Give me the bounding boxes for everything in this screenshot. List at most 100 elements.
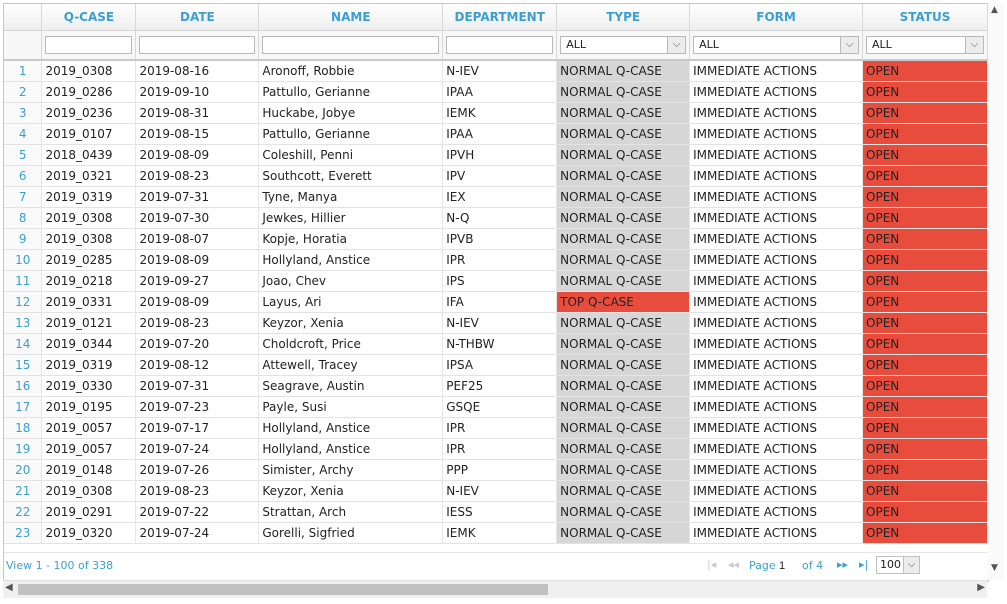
- table-row[interactable]: 4 2019_0107 2019-08-15 Pattullo, Gerianne IP…: [4, 123, 988, 145]
- table-row[interactable]: 8 2019_0308 2019-07-30 Jewkes, Hillier N-Q NO…: [4, 207, 988, 229]
- table-row[interactable]: 21 2019_0308 2019-08-23 Keyzor, Xenia N-IEV N…: [4, 480, 988, 502]
- cell-name: Joao, Chev: [258, 270, 444, 292]
- cell-status: OPEN: [862, 291, 988, 313]
- filter-qcase-input[interactable]: [45, 36, 133, 54]
- cell-status: OPEN: [862, 249, 988, 271]
- filter-status-select[interactable]: ALL ⌵: [866, 36, 984, 54]
- col-header-status[interactable]: STATUS: [862, 4, 988, 31]
- table-row[interactable]: 10 2019_0285 2019-08-09 Hollyland, Anstice I…: [4, 249, 988, 271]
- table-row[interactable]: 17 2019_0195 2019-07-23 Payle, Susi GSQE NORM…: [4, 396, 988, 418]
- cell-qcase: 2019_0218: [41, 270, 137, 292]
- cell-qcase: 2019_0319: [41, 354, 137, 376]
- scroll-left-icon[interactable]: ◀: [5, 582, 13, 593]
- row-number: 19: [4, 438, 43, 460]
- table-row[interactable]: 19 2019_0057 2019-07-24 Hollyland, Anstice I…: [4, 438, 988, 460]
- row-number: 13: [4, 312, 43, 334]
- cell-type: NORMAL Q-CASE: [556, 102, 691, 124]
- cell-department: IFA: [442, 291, 558, 313]
- cell-status: OPEN: [862, 61, 988, 82]
- filter-department-input[interactable]: [446, 36, 554, 54]
- cell-date: 2019-08-23: [135, 312, 260, 334]
- cell-status: OPEN: [862, 459, 988, 481]
- filter-form-select[interactable]: ALL ⌵: [693, 36, 859, 54]
- rows-per-page-select[interactable]: 100 ⌵: [876, 556, 920, 574]
- page-label: Page: [749, 559, 776, 572]
- table-row[interactable]: 5 2018_0439 2019-08-09 Coleshill, Penni IPVH…: [4, 144, 988, 166]
- table-row[interactable]: 13 2019_0121 2019-08-23 Keyzor, Xenia N-IEV N…: [4, 312, 988, 334]
- first-page-icon[interactable]: |◂: [707, 558, 716, 571]
- cell-date: 2019-08-09: [135, 291, 260, 313]
- grid-body[interactable]: 1 2019_0308 2019-08-16 Aronoff, Robbie N-IEV…: [4, 61, 988, 551]
- scroll-up-icon[interactable]: ▲: [991, 5, 998, 15]
- page-number-input[interactable]: [777, 558, 799, 574]
- cell-type: NORMAL Q-CASE: [556, 207, 691, 229]
- prev-page-icon[interactable]: ◂◂: [728, 558, 739, 571]
- table-row[interactable]: 12 2019_0331 2019-08-09 Layus, Ari IFA TOP Q-…: [4, 291, 988, 313]
- cell-status: OPEN: [862, 438, 988, 460]
- cell-department: N-IEV: [442, 61, 558, 82]
- table-row[interactable]: 11 2019_0218 2019-09-27 Joao, Chev IPS NORMAL…: [4, 270, 988, 292]
- cell-date: 2019-07-26: [135, 459, 260, 481]
- horizontal-scroll-thumb[interactable]: [18, 584, 548, 595]
- cell-name: Gorelli, Sigfried: [258, 522, 444, 544]
- chevron-down-icon[interactable]: ⌵: [903, 557, 919, 573]
- horizontal-scrollbar[interactable]: ◀ ▶: [3, 580, 987, 598]
- filter-cell-date: [135, 30, 260, 61]
- filter-type-select[interactable]: ALL ⌵: [560, 36, 687, 54]
- grid-header: Q-CASE DATE NAME DEPARTMENT TYPE FORM ST…: [4, 4, 988, 61]
- filter-date-input[interactable]: [139, 36, 256, 54]
- cell-department: IEMK: [442, 522, 558, 544]
- table-row[interactable]: 16 2019_0330 2019-07-31 Seagrave, Austin PEF…: [4, 375, 988, 397]
- col-header-type[interactable]: TYPE: [556, 4, 691, 31]
- col-header-qcase[interactable]: Q-CASE: [41, 4, 137, 31]
- cell-qcase: 2019_0236: [41, 102, 137, 124]
- cell-qcase: 2019_0148: [41, 459, 137, 481]
- chevron-down-icon[interactable]: ⌵: [667, 37, 686, 53]
- cell-date: 2019-07-17: [135, 417, 260, 439]
- cell-type: NORMAL Q-CASE: [556, 165, 691, 187]
- table-row[interactable]: 14 2019_0344 2019-07-20 Choldcroft, Price N-…: [4, 333, 988, 355]
- cell-department: GSQE: [442, 396, 558, 418]
- scroll-down-icon[interactable]: ▼: [991, 563, 998, 573]
- cell-department: IPVB: [442, 228, 558, 250]
- table-row[interactable]: 2 2019_0286 2019-09-10 Pattullo, Gerianne IP…: [4, 81, 988, 103]
- last-page-icon[interactable]: ▸|: [859, 558, 868, 571]
- cell-date: 2019-08-23: [135, 480, 260, 502]
- table-row[interactable]: 20 2019_0148 2019-07-26 Simister, Archy PPP N…: [4, 459, 988, 481]
- row-number: 3: [4, 102, 43, 124]
- vertical-scrollbar[interactable]: ▲ ▼: [988, 3, 1004, 580]
- cell-department: IEMK: [442, 102, 558, 124]
- scroll-right-icon[interactable]: ▶: [977, 582, 985, 593]
- row-number: 1: [4, 61, 43, 82]
- cell-form: IMMEDIATE ACTIONS: [689, 291, 864, 313]
- table-row[interactable]: 9 2019_0308 2019-08-07 Kopje, Horatia IPVB NO…: [4, 228, 988, 250]
- table-row[interactable]: 7 2019_0319 2019-07-31 Tyne, Manya IEX NORMAL…: [4, 186, 988, 208]
- col-header-department[interactable]: DEPARTMENT: [442, 4, 558, 31]
- cell-qcase: 2019_0321: [41, 165, 137, 187]
- cell-date: 2019-08-23: [135, 165, 260, 187]
- cell-department: N-IEV: [442, 312, 558, 334]
- cell-status: OPEN: [862, 207, 988, 229]
- table-row[interactable]: 1 2019_0308 2019-08-16 Aronoff, Robbie N-IEV…: [4, 61, 988, 82]
- table-row[interactable]: 15 2019_0319 2019-08-12 Attewell, Tracey IPS…: [4, 354, 988, 376]
- filter-name-input[interactable]: [262, 36, 440, 54]
- next-page-icon[interactable]: ▸▸: [837, 558, 848, 571]
- chevron-down-icon[interactable]: ⌵: [840, 37, 858, 53]
- cell-type: NORMAL Q-CASE: [556, 228, 691, 250]
- col-header-date[interactable]: DATE: [135, 4, 260, 31]
- cell-form: IMMEDIATE ACTIONS: [689, 123, 864, 145]
- cell-status: OPEN: [862, 81, 988, 103]
- col-header-name[interactable]: NAME: [258, 4, 444, 31]
- row-number: 22: [4, 501, 43, 523]
- pager: View 1 - 100 of 338 |◂ ◂◂ Page of 4 ▸▸ ▸…: [4, 552, 988, 581]
- col-header-form[interactable]: FORM: [689, 4, 863, 31]
- table-row[interactable]: 23 2019_0320 2019-07-24 Gorelli, Sigfried IE…: [4, 522, 988, 544]
- table-row[interactable]: 6 2019_0321 2019-08-23 Southcott, Everett IP…: [4, 165, 988, 187]
- chevron-down-icon[interactable]: ⌵: [965, 37, 983, 53]
- cell-type: NORMAL Q-CASE: [556, 144, 691, 166]
- table-row[interactable]: 22 2019_0291 2019-07-22 Strattan, Arch IESS N…: [4, 501, 988, 523]
- filter-cell-rownum: [4, 30, 43, 61]
- cell-qcase: 2019_0286: [41, 81, 137, 103]
- table-row[interactable]: 18 2019_0057 2019-07-17 Hollyland, Anstice I…: [4, 417, 988, 439]
- table-row[interactable]: 3 2019_0236 2019-08-31 Huckabe, Jobye IEMK NO…: [4, 102, 988, 124]
